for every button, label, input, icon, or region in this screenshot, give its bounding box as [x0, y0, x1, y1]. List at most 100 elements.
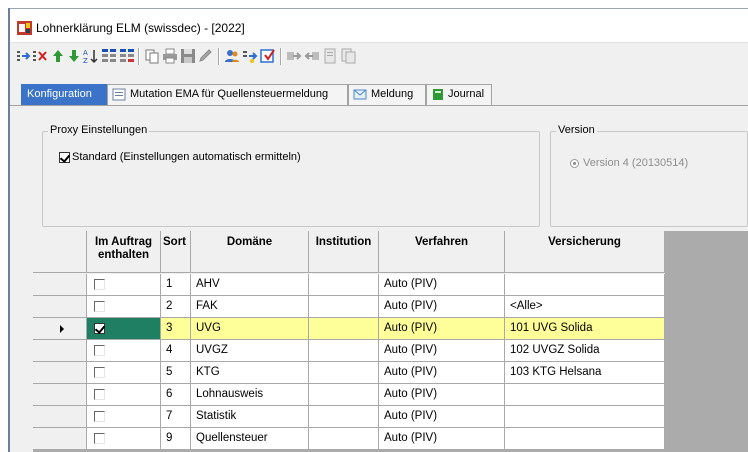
- insurance-cell[interactable]: 101 UVG Solida: [505, 318, 665, 340]
- copy-icon[interactable]: [144, 48, 160, 64]
- row-header[interactable]: [33, 362, 87, 384]
- included-checkbox[interactable]: [94, 279, 105, 290]
- proxy-standard-label[interactable]: Standard (Einstellungen automatisch ermi…: [72, 151, 301, 163]
- arrow-left-icon[interactable]: [304, 48, 320, 64]
- included-cell[interactable]: [87, 406, 161, 428]
- institution-cell[interactable]: [309, 274, 379, 296]
- sort-cell[interactable]: 9: [161, 428, 191, 450]
- insert-row-icon[interactable]: [16, 48, 32, 64]
- procedure-cell[interactable]: Auto (PIV): [379, 406, 505, 428]
- save-icon[interactable]: [180, 48, 196, 64]
- tab-journal[interactable]: Journal: [426, 84, 492, 105]
- document-icon[interactable]: [322, 48, 338, 64]
- sort-icon[interactable]: AZ: [83, 48, 99, 64]
- table-row[interactable]: 5 KTG Auto (PIV) 103 KTG Helsana: [33, 362, 665, 384]
- insurance-cell[interactable]: [505, 428, 665, 450]
- tab-mutation-ema[interactable]: Mutation EMA für Quellensteuermeldung: [107, 84, 348, 105]
- tab-konfiguration[interactable]: Konfiguration: [21, 84, 107, 105]
- export-icon[interactable]: [260, 48, 276, 64]
- institution-cell[interactable]: [309, 384, 379, 406]
- move-down-icon[interactable]: [66, 48, 82, 64]
- included-checkbox[interactable]: [94, 323, 105, 334]
- procedure-cell[interactable]: Auto (PIV): [379, 362, 505, 384]
- included-cell[interactable]: [87, 340, 161, 362]
- sort-cell[interactable]: 1: [161, 274, 191, 296]
- procedure-cell[interactable]: Auto (PIV): [379, 296, 505, 318]
- institution-cell[interactable]: [309, 340, 379, 362]
- proxy-standard-checkbox[interactable]: [59, 152, 70, 163]
- institution-cell[interactable]: [309, 406, 379, 428]
- header-procedure[interactable]: Verfahren: [379, 231, 505, 273]
- header-institution[interactable]: Institution: [309, 231, 379, 273]
- included-checkbox[interactable]: [94, 389, 105, 400]
- sort-cell[interactable]: 3: [161, 318, 191, 340]
- row-header[interactable]: [33, 318, 87, 340]
- table-row[interactable]: 4 UVGZ Auto (PIV) 102 UVGZ Solida: [33, 340, 665, 362]
- header-insurance[interactable]: Versicherung: [505, 231, 665, 273]
- row-header[interactable]: [33, 296, 87, 318]
- row-header[interactable]: [33, 274, 87, 296]
- table-row[interactable]: 7 Statistik Auto (PIV): [33, 406, 665, 428]
- header-included[interactable]: Im Auftrag enthalten: [87, 231, 161, 273]
- institution-cell[interactable]: [309, 296, 379, 318]
- procedure-cell[interactable]: Auto (PIV): [379, 318, 505, 340]
- header-domain[interactable]: Domäne: [191, 231, 309, 273]
- document-copy-icon[interactable]: [340, 48, 356, 64]
- included-checkbox[interactable]: [94, 411, 105, 422]
- procedure-cell[interactable]: Auto (PIV): [379, 274, 505, 296]
- row-header[interactable]: [33, 406, 87, 428]
- procedure-cell[interactable]: Auto (PIV): [379, 340, 505, 362]
- procedure-cell[interactable]: Auto (PIV): [379, 428, 505, 450]
- filter-icon[interactable]: [101, 48, 117, 64]
- row-header[interactable]: [33, 340, 87, 362]
- insurance-cell[interactable]: 102 UVGZ Solida: [505, 340, 665, 362]
- users-icon[interactable]: [224, 48, 240, 64]
- row-header[interactable]: [33, 384, 87, 406]
- insurance-cell[interactable]: <Alle>: [505, 296, 665, 318]
- table-row[interactable]: 2 FAK Auto (PIV) <Alle>: [33, 296, 665, 318]
- included-checkbox[interactable]: [94, 433, 105, 444]
- domain-cell[interactable]: Lohnausweis: [191, 384, 309, 406]
- included-cell[interactable]: [87, 318, 161, 340]
- insurance-cell[interactable]: [505, 384, 665, 406]
- domain-cell[interactable]: KTG: [191, 362, 309, 384]
- included-checkbox[interactable]: [94, 345, 105, 356]
- move-up-icon[interactable]: [50, 48, 66, 64]
- sort-cell[interactable]: 7: [161, 406, 191, 428]
- institution-cell[interactable]: [309, 362, 379, 384]
- filter-remove-icon[interactable]: [119, 48, 135, 64]
- table-row[interactable]: 9 Quellensteuer Auto (PIV): [33, 428, 665, 450]
- included-cell[interactable]: [87, 384, 161, 406]
- version-radio[interactable]: [570, 159, 579, 168]
- institution-cell[interactable]: [309, 428, 379, 450]
- included-cell[interactable]: [87, 428, 161, 450]
- domain-cell[interactable]: Quellensteuer: [191, 428, 309, 450]
- domain-cell[interactable]: Statistik: [191, 406, 309, 428]
- print-icon[interactable]: [162, 48, 178, 64]
- insurance-cell[interactable]: [505, 406, 665, 428]
- included-cell[interactable]: [87, 296, 161, 318]
- table-row[interactable]: 1 AHV Auto (PIV): [33, 274, 665, 296]
- send-icon[interactable]: [242, 48, 258, 64]
- sort-cell[interactable]: 4: [161, 340, 191, 362]
- domain-cell[interactable]: AHV: [191, 274, 309, 296]
- row-header[interactable]: [33, 428, 87, 450]
- table-row[interactable]: 3 UVG Auto (PIV) 101 UVG Solida: [33, 318, 665, 340]
- procedure-cell[interactable]: Auto (PIV): [379, 384, 505, 406]
- validate-icon[interactable]: [198, 48, 214, 64]
- insurance-cell[interactable]: 103 KTG Helsana: [505, 362, 665, 384]
- table-row[interactable]: 6 Lohnausweis Auto (PIV): [33, 384, 665, 406]
- sort-cell[interactable]: 2: [161, 296, 191, 318]
- header-sort[interactable]: Sort: [161, 231, 191, 273]
- included-cell[interactable]: [87, 274, 161, 296]
- included-checkbox[interactable]: [94, 367, 105, 378]
- sort-cell[interactable]: 6: [161, 384, 191, 406]
- insurance-cell[interactable]: [505, 274, 665, 296]
- delete-row-icon[interactable]: [32, 48, 48, 64]
- domain-cell[interactable]: UVGZ: [191, 340, 309, 362]
- institution-cell[interactable]: [309, 318, 379, 340]
- tab-meldung[interactable]: Meldung: [348, 84, 426, 105]
- arrow-right-icon[interactable]: [286, 48, 302, 64]
- domain-cell[interactable]: UVG: [191, 318, 309, 340]
- included-checkbox[interactable]: [94, 301, 105, 312]
